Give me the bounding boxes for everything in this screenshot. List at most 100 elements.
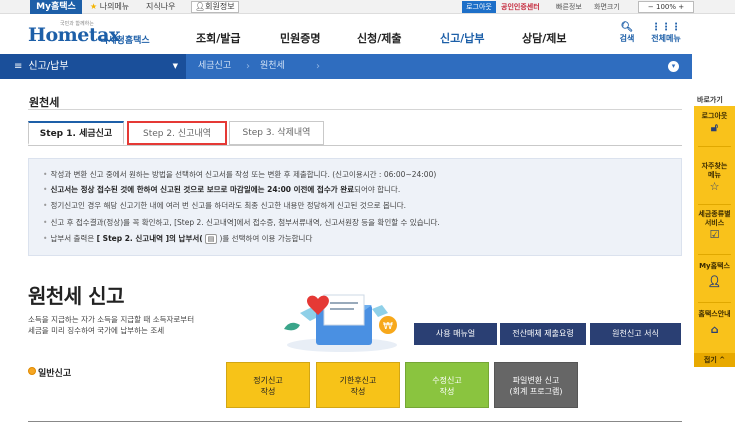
- zoom-control[interactable]: − 100% +: [638, 1, 694, 13]
- nav-filing-payment[interactable]: 신고/납부: [440, 30, 485, 46]
- section-description: 소득을 지급하는 자가 소득을 지급할 때 소득자로부터세금을 미리 징수하여 …: [28, 314, 194, 336]
- media-submission-guide-button[interactable]: 전산매체 제출요령: [500, 323, 586, 345]
- search-icon: 🔍︎: [620, 22, 634, 33]
- all-menu-label: 전체메뉴: [651, 34, 681, 43]
- notice-text: 작성과 변환 신고 중에서 원하는 방법을 선택하여 신고서를 작성 또는 변환…: [50, 170, 437, 179]
- tab-divider: [28, 145, 682, 146]
- quick-menu: 로그아웃 🔓︎ 자주찾는 메뉴 ☆ 세금종류별 서비스 ☑ My홈택스 👤︎ 홈택스안내…: [694, 106, 735, 367]
- my-hometax-button[interactable]: My홈택스: [30, 0, 82, 14]
- quick-menu-title: 바로가기: [697, 96, 723, 104]
- button-line: 수정신고: [432, 376, 462, 385]
- location-current: 신고/납부: [28, 61, 69, 72]
- logout-button[interactable]: 로그아웃: [462, 1, 496, 13]
- quick-hometax-guide[interactable]: 홈택스안내 ⌂: [694, 310, 735, 336]
- tab-step-3-deleted[interactable]: Step 3. 삭제내역: [229, 121, 324, 145]
- my-menu-label: 나의메뉴: [99, 2, 130, 11]
- search-label: 검색: [619, 34, 635, 43]
- nav-consult-report[interactable]: 상담/제보: [522, 30, 567, 46]
- notice-text: 정기신고인 경우 해당 신고기한 내에 여러 번 신고를 하더라도 최종 신고한…: [50, 201, 406, 210]
- description-line: 세금을 미리 징수하여 국가에 납부하는 조세: [28, 326, 165, 335]
- button-line: 기한후신고: [339, 376, 377, 385]
- quick-label: 세금종류별 서비스: [698, 210, 731, 227]
- button-line: 파일변환 신고: [512, 376, 560, 385]
- location-menu-dropdown[interactable]: ≡ 신고/납부 ▼: [0, 54, 186, 79]
- button-line: 작성: [260, 387, 276, 396]
- checkbox-icon: ☑: [709, 228, 720, 241]
- description-line: 소득을 지급하는 자가 소득을 지급할 때 소득자로부터: [28, 315, 195, 324]
- tab-step-2-history[interactable]: Step 2. 신고내역: [127, 121, 227, 145]
- quick-my-hometax[interactable]: My홈택스 👤︎: [694, 262, 735, 288]
- amended-filing-button[interactable]: 수정신고작성: [405, 362, 489, 408]
- star-icon: ☆: [709, 180, 720, 193]
- user-icon: 👤︎: [707, 275, 722, 288]
- breadcrumb-tax-filing[interactable]: 세금신고 ›: [190, 54, 252, 79]
- file-conversion-filing-button[interactable]: 파일변환 신고 (회계 프로그램): [494, 362, 578, 408]
- nav-inquiry-issue[interactable]: 조회/발급: [196, 30, 241, 46]
- nav-apply-submit[interactable]: 신청/제출: [357, 30, 402, 46]
- notice-bold-text: [ Step 2. 신고내역 ]의 납부서(: [96, 234, 203, 243]
- withholding-form-button[interactable]: 원천신고 서식: [590, 323, 681, 345]
- quick-label: 홈택스안내: [698, 310, 731, 318]
- logo-subtitle: 국세청홈택스: [100, 36, 150, 46]
- button-line: 정기신고: [253, 376, 283, 385]
- quick-label: 자주찾는 메뉴: [701, 162, 728, 179]
- quick-label: 로그아웃: [701, 112, 728, 120]
- my-menu-link[interactable]: ★ 나의메뉴: [90, 1, 129, 13]
- notice-text: 신고 후 접수결과(정상)를 꼭 확인하고, [Step 2. 신고내역]에서 …: [50, 218, 440, 227]
- unlock-icon: 🔓︎: [710, 121, 719, 134]
- collapse-label: 접기: [703, 356, 717, 364]
- separator: [698, 302, 731, 303]
- button-line: 작성: [350, 387, 366, 396]
- search-button[interactable]: 🔍︎ 검색: [612, 22, 642, 44]
- nav-civil-certificate[interactable]: 민원증명: [280, 30, 320, 46]
- breadcrumb-label: 원천세: [260, 61, 285, 71]
- svg-text:₩: ₩: [383, 321, 393, 332]
- menu-icon: ≡: [14, 61, 23, 72]
- quick-menu-collapse-button[interactable]: 접기 ^: [694, 353, 735, 367]
- knowledge-now-link[interactable]: 지식나우: [146, 1, 175, 13]
- divider: [28, 109, 682, 110]
- notice-bold-text: 신고서는 정상 접수된 것에 한하여 신고된 것으로 보므로 마감일에는 24:…: [50, 185, 355, 194]
- member-info-button[interactable]: 👤︎회원정보: [191, 1, 239, 13]
- breadcrumb-label: 세금신고: [198, 61, 232, 71]
- chevron-right-icon: ›: [316, 61, 320, 72]
- breadcrumb-withholding[interactable]: 원천세 ›: [252, 54, 322, 79]
- chevron-right-icon: ›: [246, 61, 250, 72]
- user-icon: 👤︎: [195, 2, 206, 11]
- late-filing-button[interactable]: 기한후신고작성: [316, 362, 400, 408]
- hometax-logo[interactable]: 국민과 함께하는 Hometax 국세청홈택스: [28, 20, 158, 50]
- notice-text: 되어야 합니다.: [354, 185, 401, 194]
- notice-item: • 신고 후 접수결과(정상)를 꼭 확인하고, [Step 2. 신고내역]에서…: [43, 218, 440, 227]
- grid-icon: ⋮⋮⋮: [651, 22, 681, 33]
- user-manual-button[interactable]: 사용 매뉴얼: [414, 323, 497, 345]
- page-title: 원천세: [29, 96, 60, 109]
- cert-center-link[interactable]: 공인인증센터: [501, 1, 540, 13]
- quick-logout[interactable]: 로그아웃 🔓︎: [694, 112, 735, 134]
- general-filing-label: 일반신고: [38, 369, 72, 379]
- notice-box: • 작성과 변환 신고 중에서 원하는 방법을 선택하여 신고서를 작성 또는 변…: [28, 158, 682, 256]
- button-line: 작성: [439, 387, 455, 396]
- location-expand-button[interactable]: ▾: [668, 61, 679, 72]
- notice-text: 납부서 출력은: [50, 234, 95, 243]
- notice-item: • 작성과 변환 신고 중에서 원하는 방법을 선택하여 신고서를 작성 또는 변…: [43, 170, 437, 179]
- bullet-icon: [28, 367, 36, 375]
- quick-frequent-menu[interactable]: 자주찾는 메뉴 ☆: [694, 162, 735, 193]
- quick-info-link[interactable]: 빠른정보: [556, 1, 582, 13]
- all-menu-button[interactable]: ⋮⋮⋮ 전체메뉴: [646, 22, 686, 44]
- tab-step-1-filing[interactable]: Step 1. 세금신고: [28, 121, 124, 145]
- screen-size-link[interactable]: 화면크기: [594, 1, 620, 13]
- button-line: (회계 프로그램): [509, 387, 563, 396]
- quick-tax-service[interactable]: 세금종류별 서비스 ☑: [694, 210, 735, 241]
- divider: [28, 421, 682, 422]
- notice-text: )를 선택하여 이용 가능합니다: [219, 234, 313, 243]
- envelope-illustration: ₩: [284, 294, 397, 352]
- printer-icon: ▤: [205, 234, 218, 244]
- notice-item: • 납부서 출력은 [ Step 2. 신고내역 ]의 납부서( ▤ )를 선택하…: [43, 234, 313, 244]
- notice-item: • 정기신고인 경우 해당 신고기한 내에 여러 번 신고를 하더라도 최종 신고…: [43, 201, 406, 210]
- dropdown-arrow-icon: ▼: [172, 62, 178, 70]
- separator: [698, 254, 731, 255]
- notice-item: • 신고서는 정상 접수된 것에 한하여 신고된 것으로 보므로 마감일에는 24…: [43, 185, 401, 194]
- section-title: 원천세 신고: [28, 284, 124, 308]
- regular-filing-button[interactable]: 정기신고작성: [226, 362, 310, 408]
- separator: [698, 146, 731, 147]
